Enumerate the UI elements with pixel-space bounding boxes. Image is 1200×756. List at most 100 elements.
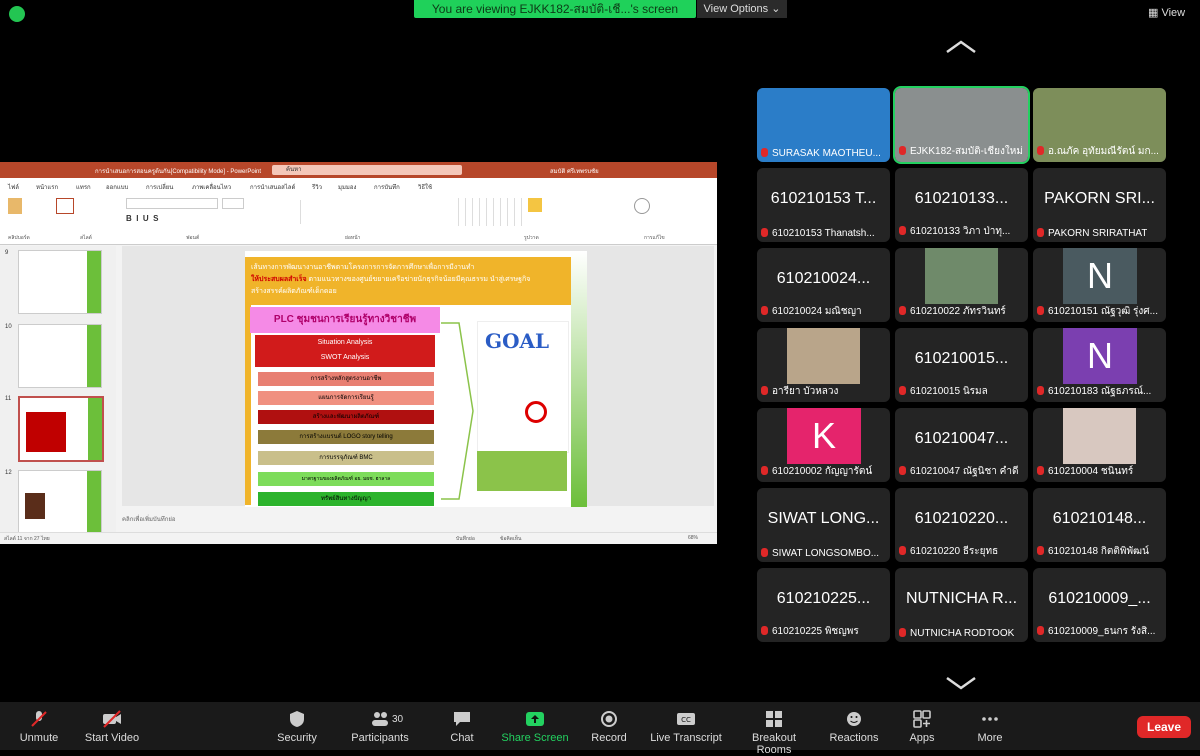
muted-mic-icon xyxy=(899,628,906,637)
ppt-tab[interactable]: การบันทึก xyxy=(374,182,400,192)
participant-tile[interactable]: NUTNICHA R... NUTNICHA RODTOOK xyxy=(895,568,1028,642)
participant-tile[interactable]: N 610210151 ณัฐวุฒิ รุ่งศ... xyxy=(1033,248,1166,322)
participant-tile[interactable]: 610210015... 610210015 นิรมล xyxy=(895,328,1028,402)
paste-icon[interactable] xyxy=(8,198,22,214)
muted-mic-icon xyxy=(1037,626,1044,635)
participant-tile[interactable]: อารียา บัวหลวง xyxy=(757,328,890,402)
share-screen-button[interactable]: Share Screen xyxy=(500,704,570,744)
ribbon-group-label: สไลด์ xyxy=(80,235,92,241)
participant-name-large: 610210047... xyxy=(914,430,1009,447)
participant-tile[interactable]: 610210022 ภัทรวินทร์ xyxy=(895,248,1028,322)
ppt-tab[interactable]: วิธีใช้ xyxy=(418,182,432,192)
gallery-down-chevron-icon[interactable] xyxy=(945,676,977,690)
participant-tile[interactable]: EJKK182-สมบัติ-เชียงใหม่ xyxy=(893,86,1030,164)
new-slide-icon[interactable] xyxy=(56,198,74,214)
participant-caption: 610210133 วิภา ป่าทุ... xyxy=(899,224,1010,239)
participant-tile[interactable]: SURASAK MAOTHEU... xyxy=(757,88,890,162)
gallery-up-chevron-icon[interactable] xyxy=(945,40,977,54)
apps-label: Apps xyxy=(909,732,935,744)
participant-name-large: 610210153 T... xyxy=(770,190,877,207)
font-size-select[interactable] xyxy=(222,198,244,209)
reactions-button[interactable]: Reactions xyxy=(826,704,882,744)
participant-tile[interactable]: อ.ณภัค อุทัยมณีรัตน์ มก... xyxy=(1033,88,1166,162)
step-6: การสร้างแบรนด์ LOGO story telling xyxy=(257,429,435,445)
view-options-label: View Options xyxy=(703,3,769,15)
muted-mic-icon xyxy=(761,386,768,395)
participant-tile[interactable]: 610210153 T... 610210153 Thanatsh... xyxy=(757,168,890,242)
step-5: สร้างและพัฒนาผลิตภัณฑ์ xyxy=(257,409,435,425)
muted-mic-icon xyxy=(761,228,768,237)
zoom-level[interactable]: 68% xyxy=(688,535,698,541)
chat-button[interactable]: Chat xyxy=(442,704,482,744)
participant-avatar: N xyxy=(1063,328,1137,384)
view-button[interactable]: ▦ View xyxy=(1148,6,1185,19)
video-off-icon xyxy=(103,710,121,728)
participants-button[interactable]: Participants 30 xyxy=(348,704,412,744)
security-button[interactable]: Security xyxy=(272,704,322,744)
ppt-user: สมบัติ ศรีเทพรบชัย xyxy=(550,169,599,175)
ppt-tab[interactable]: การเปลี่ยน xyxy=(146,182,173,192)
notes-pane[interactable]: คลิกเพื่อเพิ่มบันทึกย่อ xyxy=(122,514,714,526)
chat-bubble-icon xyxy=(454,712,470,726)
ppt-tab[interactable]: ออกแบบ xyxy=(106,182,128,192)
ppt-tab[interactable]: ภาพเคลื่อนไหว xyxy=(192,182,231,192)
ppt-tab[interactable]: แทรก xyxy=(76,182,91,192)
muted-mic-icon xyxy=(899,546,906,555)
participant-name-large: 610210024... xyxy=(776,270,871,287)
participant-video xyxy=(787,328,860,384)
participant-name: 610210133 วิภา ป่าทุ... xyxy=(910,226,1011,237)
participant-tile[interactable]: K 610210002 กัญญารัตน์ xyxy=(757,408,890,482)
participant-name: 610210148 กิตติพิพัฒน์ xyxy=(1048,546,1149,557)
participant-tile[interactable]: 610210225... 610210225 พิชญพร xyxy=(757,568,890,642)
participant-tile[interactable]: 610210220... 610210220 ธีระยุทธ xyxy=(895,488,1028,562)
start-video-button[interactable]: Start Video xyxy=(80,704,144,744)
slide-thumbnail-12[interactable] xyxy=(18,470,102,534)
participant-caption: PAKORN SRIRATHAT xyxy=(1037,228,1147,239)
view-options-button[interactable]: View Options ⌄ xyxy=(697,0,787,18)
breakout-rooms-button[interactable]: Breakout Rooms xyxy=(734,704,814,756)
participant-tile[interactable]: 610210009_... 610210009_ธนกร รังสิ... xyxy=(1033,568,1166,642)
leave-button[interactable]: Leave xyxy=(1137,716,1191,738)
participant-tile[interactable]: PAKORN SRI... PAKORN SRIRATHAT xyxy=(1033,168,1166,242)
step-7: การบรรจุภัณฑ์ BMC xyxy=(257,450,435,466)
participant-tile[interactable]: 610210148... 610210148 กิตติพิพัฒน์ xyxy=(1033,488,1166,562)
participant-tile[interactable]: 610210047... 610210047 ณัฐนิชา คำดี xyxy=(895,408,1028,482)
record-button[interactable]: Record xyxy=(586,704,632,744)
comments-toggle[interactable]: ข้อคิดเห็น xyxy=(500,535,521,543)
participant-video xyxy=(1063,408,1136,464)
apps-button[interactable]: Apps xyxy=(902,704,942,744)
ppt-tab[interactable]: รีวิว xyxy=(312,182,322,192)
arrange-icon[interactable] xyxy=(528,198,542,212)
unmute-button[interactable]: Unmute xyxy=(14,704,64,744)
participant-caption: 610210047 ณัฐนิชา คำดี xyxy=(899,464,1018,479)
slide-number: 9 xyxy=(5,250,9,256)
ppt-search-input[interactable]: ค้นหา xyxy=(272,165,462,175)
shapes-gallery[interactable] xyxy=(452,198,522,226)
participant-name: SURASAK MAOTHEU... xyxy=(772,148,881,159)
ppt-tab[interactable]: การนำเสนอสไลด์ xyxy=(250,182,295,192)
record-label: Record xyxy=(591,732,627,744)
more-button[interactable]: More xyxy=(970,704,1010,744)
slide-thumbnail-10[interactable] xyxy=(18,324,102,388)
notes-toggle[interactable]: บันทึกย่อ xyxy=(456,535,475,543)
participant-tile[interactable]: 610210133... 610210133 วิภา ป่าทุ... xyxy=(895,168,1028,242)
more-label: More xyxy=(977,732,1003,744)
participant-tile[interactable]: SIWAT LONG... SIWAT LONGSOMBO... xyxy=(757,488,890,562)
participant-name: 610210047 ณัฐนิชา คำดี xyxy=(910,466,1019,477)
goal-box xyxy=(477,451,567,491)
ppt-tab[interactable]: ไฟล์ xyxy=(8,182,19,192)
slide-thumbnail-11[interactable] xyxy=(18,396,104,462)
participant-tile[interactable]: 610210024... 610210024 มณิชญา xyxy=(757,248,890,322)
ppt-tab[interactable]: มุมมอง xyxy=(338,182,356,192)
slide-thumbnail-9[interactable] xyxy=(18,250,102,314)
participant-tile[interactable]: N 610210183 ณัฐธภรณ์... xyxy=(1033,328,1166,402)
font-name-select[interactable] xyxy=(126,198,218,209)
security-shield-icon[interactable] xyxy=(9,6,25,22)
find-icon[interactable] xyxy=(634,198,650,214)
paragraph-controls[interactable] xyxy=(300,200,371,224)
participant-name: 610210024 มณิชญา xyxy=(772,306,862,317)
participant-tile[interactable]: 610210004 ชนินทร์ xyxy=(1033,408,1166,482)
font-format-buttons[interactable]: B I U S xyxy=(126,214,158,223)
participant-caption: SIWAT LONGSOMBO... xyxy=(761,548,879,559)
live-transcript-button[interactable]: CC Live Transcript xyxy=(648,704,724,744)
